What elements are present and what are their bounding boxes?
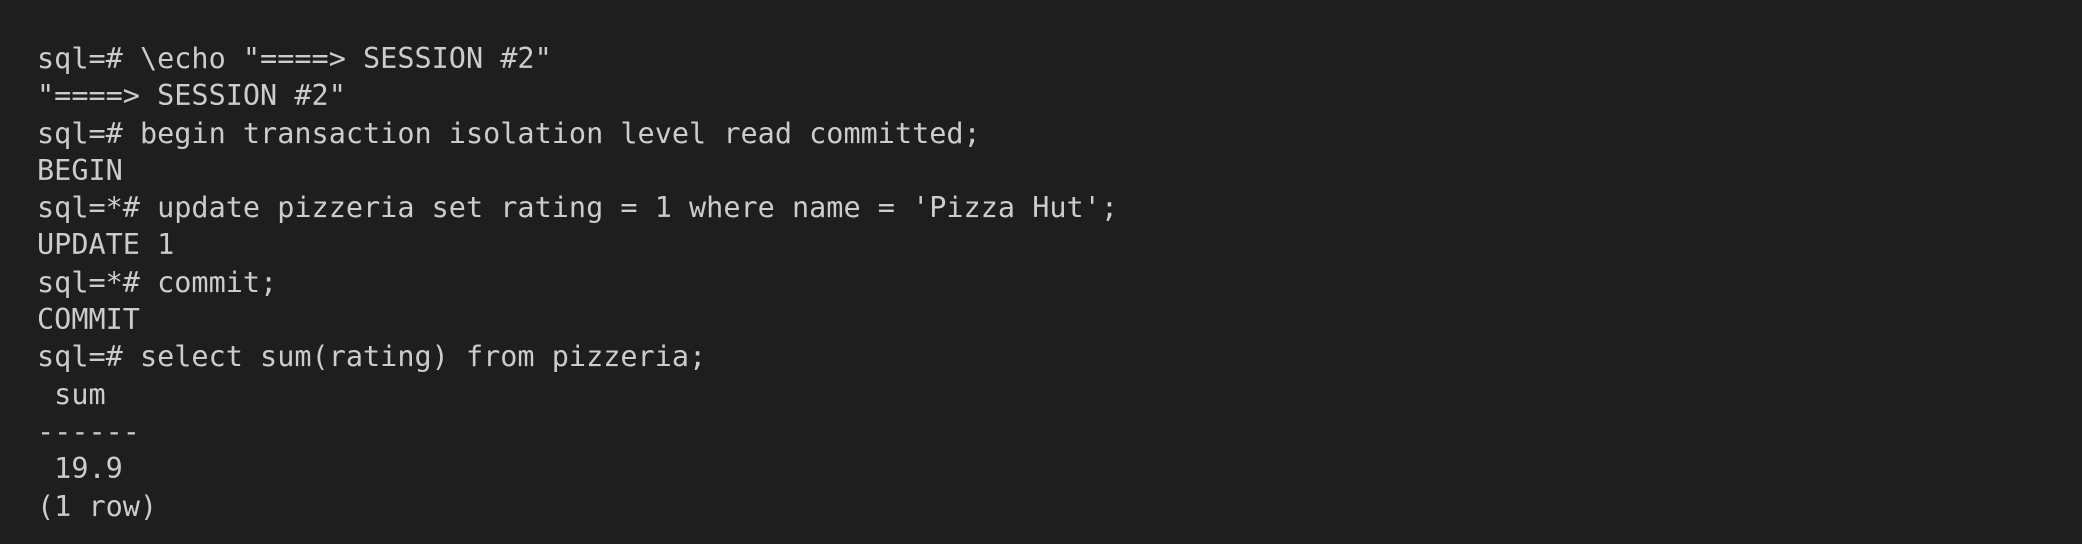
- prompt-line: sql=# begin transaction isolation level …: [37, 116, 981, 150]
- prompt-line: sql=# \echo "====> SESSION #2": [37, 42, 552, 75]
- output-line: UPDATE 1: [37, 228, 175, 262]
- prompt-line: sql=# select sum(rating) from pizzeria;: [37, 340, 707, 374]
- prompt-line: sql=*# update pizzeria set rating = 1 wh…: [37, 191, 1118, 225]
- output-line: COMMIT: [37, 303, 140, 337]
- result-value: 19.9: [37, 452, 123, 486]
- output-line: "====> SESSION #2": [37, 79, 346, 113]
- result-column-header: sum: [37, 377, 106, 411]
- output-line: BEGIN: [37, 153, 123, 187]
- terminal-output: sql=# \echo "====> SESSION #2" "====> SE…: [0, 0, 2082, 544]
- prompt-line: sql=*# commit;: [37, 265, 278, 299]
- result-separator: ------: [37, 414, 140, 448]
- result-row-count: (1 row): [37, 489, 158, 523]
